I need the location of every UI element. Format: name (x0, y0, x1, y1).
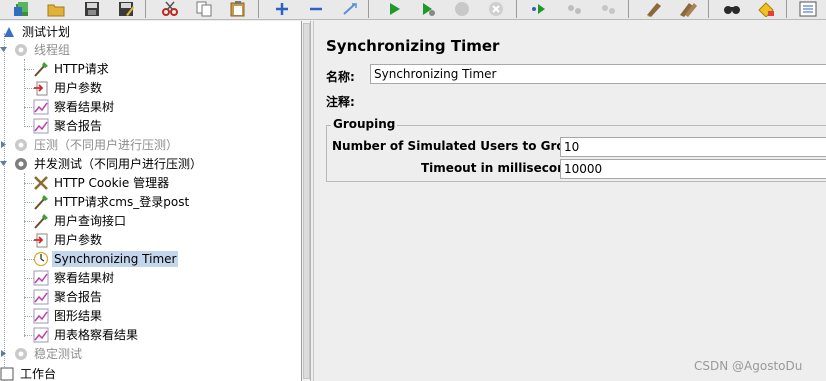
tree-node-label: 稳定测试 (34, 347, 83, 361)
tree-node-workbench[interactable]: 工作台 (0, 365, 58, 381)
http-sampler-icon (32, 194, 50, 210)
tree-node-synchronizing-timer[interactable]: Synchronizing Timer (32, 250, 179, 268)
workbench-icon (0, 366, 16, 381)
cookie-manager-icon (32, 175, 50, 191)
tree-node-thread-group[interactable]: 线程组 (12, 41, 72, 59)
search-icon[interactable] (720, 0, 744, 18)
tree-node-label: 工作台 (20, 367, 57, 381)
collapse-icon[interactable] (304, 0, 328, 18)
timer-settings-panel: Synchronizing Timer 名称: Synchronizing Ti… (313, 21, 826, 381)
tree-node-concurrency-test[interactable]: 并发测试（不同用户进行压测） (12, 155, 204, 173)
tree-node-load-test[interactable]: 压测（不同用户进行压测） (12, 136, 180, 154)
http-sampler-icon (32, 61, 50, 77)
results-tree-icon (32, 270, 50, 286)
open-folder-icon[interactable] (44, 0, 68, 18)
tree-node-user-parameters[interactable]: 用户参数 (32, 231, 104, 249)
comment-label: 注释: (326, 95, 355, 109)
tree-node-label: 察看结果树 (54, 271, 115, 285)
tree-node-label: 用户参数 (54, 233, 103, 247)
clear-icon[interactable] (642, 0, 666, 18)
tree-node-aggregate-report[interactable]: 聚合报告 (32, 288, 104, 306)
comment-field[interactable] (366, 91, 826, 108)
shutdown-icon[interactable] (484, 0, 508, 18)
expand-toggle-icon[interactable] (0, 45, 8, 54)
expand-toggle-icon[interactable] (0, 140, 8, 149)
paste-icon[interactable] (226, 0, 250, 18)
results-tree-icon (32, 99, 50, 115)
tree-node-aggregate-report[interactable]: 聚合报告 (32, 117, 104, 135)
user-params-icon (32, 232, 50, 248)
thread-group-icon (12, 346, 30, 362)
test-plan-tree[interactable]: 测试计划 线程组 HTTP请求 用户参数 察看结果树 聚合报告 压测（不同用户进… (0, 21, 302, 381)
tree-node-table-results[interactable]: 用表格察看结果 (32, 326, 140, 344)
tree-node-stability-test[interactable]: 稳定测试 (12, 345, 84, 363)
start-no-pause-icon[interactable] (416, 0, 440, 18)
thread-group-icon (12, 156, 30, 172)
grouping-title: Grouping (331, 117, 398, 131)
toggle-icon[interactable] (338, 0, 362, 18)
aggregate-report-icon (32, 118, 50, 134)
save-as-icon[interactable] (114, 0, 138, 18)
tree-node-label: 测试计划 (22, 25, 71, 39)
http-sampler-icon (32, 213, 50, 229)
tree-node-label: 察看结果树 (54, 100, 115, 114)
thread-group-icon (12, 42, 30, 58)
tree-node-label: 并发测试（不同用户进行压测） (34, 157, 203, 171)
timeout-field[interactable]: 10000 (560, 159, 826, 179)
table-results-icon (32, 327, 50, 343)
tree-node-results-tree[interactable]: 察看结果树 (32, 98, 116, 116)
remote-start-icon[interactable] (528, 0, 552, 18)
reset-search-icon[interactable] (754, 0, 778, 18)
tree-node-label: HTTP请求cms_登录post (54, 195, 190, 209)
toolbar (0, 0, 826, 20)
tree-node-label: 聚合报告 (54, 290, 103, 304)
tree-node-http-request[interactable]: HTTP请求 (32, 60, 111, 78)
remote-shutdown-icon[interactable] (596, 0, 620, 18)
save-icon[interactable] (80, 0, 104, 18)
tree-node-label: 用户查询接口 (54, 214, 127, 228)
tree-node-label: HTTP请求 (54, 62, 109, 76)
book-icon[interactable] (10, 0, 34, 18)
users-group-field[interactable]: 10 (560, 137, 826, 157)
aggregate-report-icon (32, 289, 50, 305)
tree-node-user-query-api[interactable]: 用户查询接口 (32, 212, 128, 230)
tree-node-label: 聚合报告 (54, 119, 103, 133)
tree-node-label: 压测（不同用户进行压测） (34, 138, 179, 152)
tree-node-label: HTTP Cookie 管理器 (54, 176, 170, 190)
user-params-icon (32, 80, 50, 96)
tree-node-label: 线程组 (34, 43, 71, 57)
copy-icon[interactable] (192, 0, 216, 18)
thread-group-icon (12, 137, 30, 153)
tree-node-label: Synchronizing Timer (52, 251, 179, 267)
tree-node-cookie-manager[interactable]: HTTP Cookie 管理器 (32, 174, 171, 192)
remote-stop-icon[interactable] (562, 0, 586, 18)
clear-all-icon[interactable] (676, 0, 700, 18)
tree-node-graph-results[interactable]: 图形结果 (32, 307, 104, 325)
start-icon[interactable] (382, 0, 406, 18)
test-plan-icon (0, 24, 18, 40)
timer-icon (32, 251, 50, 267)
tree-node-test-plan[interactable]: 测试计划 (0, 23, 72, 41)
expand-toggle-icon[interactable] (0, 159, 8, 168)
tree-node-results-tree[interactable]: 察看结果树 (32, 269, 116, 287)
name-field[interactable]: Synchronizing Timer (370, 64, 826, 84)
name-label: 名称: (326, 70, 355, 84)
stop-icon[interactable] (450, 0, 474, 18)
graph-results-icon (32, 308, 50, 324)
scrollbar-thumb[interactable] (303, 23, 310, 379)
tree-node-label: 用户参数 (54, 81, 103, 95)
expand-toggle-icon[interactable] (0, 349, 8, 358)
cut-icon[interactable] (158, 0, 182, 18)
watermark: CSDN @AgostoDu (694, 359, 803, 373)
tree-node-label: 用表格察看结果 (54, 328, 139, 342)
tree-node-user-parameters[interactable]: 用户参数 (32, 79, 104, 97)
tree-node-label: 图形结果 (54, 309, 103, 323)
tree-node-http-request-cms-login[interactable]: HTTP请求cms_登录post (32, 193, 191, 211)
panel-title: Synchronizing Timer (326, 37, 500, 55)
tree-scrollbar[interactable] (302, 21, 311, 381)
expand-icon[interactable] (270, 0, 294, 18)
function-helper-icon[interactable] (796, 0, 820, 18)
